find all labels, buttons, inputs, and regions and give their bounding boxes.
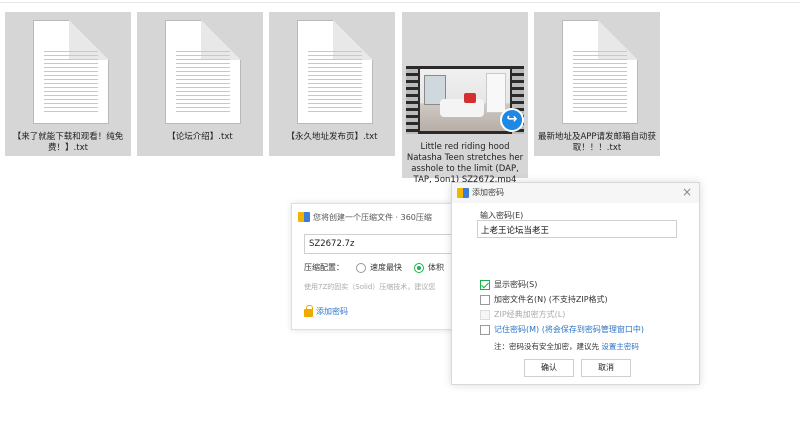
set-master-password-link[interactable]: 设置主密码 <box>601 342 639 351</box>
archive-filename-field[interactable]: SZ2672.7z <box>304 234 458 254</box>
file-item-txt-1[interactable]: 【来了就能下载和观看！纯免费！】.txt <box>5 12 131 156</box>
file-item-video[interactable]: ↪ Little red riding hood Natasha Teen st… <box>402 12 528 185</box>
film-strip-left <box>406 66 418 134</box>
archive-icon <box>457 187 469 198</box>
video-frame <box>420 69 510 131</box>
security-note: 注：密码没有安全加密，建议先 设置主密码 <box>494 341 639 352</box>
show-password-label: 显示密码(S) <box>494 280 538 289</box>
zip-classic-label: ZIP经典加密方式(L) <box>494 310 566 319</box>
file-item-txt-2[interactable]: 【论坛介绍】.txt <box>137 12 263 156</box>
radio-fast-label: 速度最快 <box>370 263 402 272</box>
share-arrow-icon: ↪ <box>500 108 524 132</box>
add-password-link[interactable]: 添加密码 <box>304 304 348 317</box>
lock-icon <box>304 304 313 317</box>
security-note-text: 注：密码没有安全加密，建议先 <box>494 342 602 351</box>
radio-small[interactable] <box>414 262 424 273</box>
text-file-icon <box>33 20 109 124</box>
close-icon[interactable]: × <box>682 185 692 199</box>
file-name: 【永久地址发布页】.txt <box>286 132 378 142</box>
file-item-txt-3[interactable]: 【永久地址发布页】.txt <box>269 12 395 156</box>
add-password-label: 添加密码 <box>316 307 348 316</box>
text-file-icon <box>165 20 241 124</box>
radio-small-label: 体积 <box>428 263 444 272</box>
radio-fast[interactable] <box>356 262 366 273</box>
encrypt-filename-option[interactable]: 加密文件名(N) (不支持ZIP格式) <box>480 294 608 305</box>
encrypt-filename-label: 加密文件名(N) (不支持ZIP格式) <box>494 295 608 304</box>
remember-password-checkbox[interactable] <box>480 324 490 335</box>
compress-dialog-title: 您将创建一个压缩文件 · 360压缩 <box>298 210 432 224</box>
password-dialog: 添加密码 × 输入密码(E) 上老王论坛当老王 显示密码(S) 加密文件名(N)… <box>451 182 700 385</box>
remember-password-hint: (将会保存到密码管理窗口中) <box>539 325 644 334</box>
file-name: Little red riding hood Natasha Teen stre… <box>406 142 524 185</box>
compress-description: 使用7Z的固实（Solid）压缩技术，建议您 <box>304 283 436 291</box>
password-dialog-titlebar: 添加密码 × <box>452 183 699 203</box>
config-label: 压缩配置： <box>304 263 344 272</box>
confirm-button[interactable]: 确认 <box>524 359 574 377</box>
password-input[interactable]: 上老王论坛当老王 <box>477 220 677 238</box>
zip-classic-option: ZIP经典加密方式(L) <box>480 309 565 320</box>
remember-password-text: 记住密码(M) <box>494 325 540 334</box>
show-password-option[interactable]: 显示密码(S) <box>480 279 537 290</box>
file-grid: 【来了就能下载和观看！纯免费！】.txt 【论坛介绍】.txt 【永久地址发布页… <box>0 0 800 185</box>
file-name: 【来了就能下载和观看！纯免费！】.txt <box>12 132 124 153</box>
remember-password-label: 记住密码(M) (将会保存到密码管理窗口中) <box>494 324 644 335</box>
remember-password-option[interactable]: 记住密码(M) (将会保存到密码管理窗口中) <box>480 324 644 335</box>
file-name: 【论坛介绍】.txt <box>167 132 233 142</box>
encrypt-filename-checkbox[interactable] <box>480 294 490 305</box>
password-dialog-title: 添加密码 <box>457 187 504 198</box>
compress-dialog: 您将创建一个压缩文件 · 360压缩 SZ2672.7z 压缩配置： 速度最快 … <box>291 203 458 330</box>
compress-dialog-title-text: 您将创建一个压缩文件 · 360压缩 <box>313 212 432 222</box>
text-file-icon <box>562 20 638 124</box>
file-item-txt-4[interactable]: 最新地址及APP请发邮箱自动获取！！！.txt <box>534 12 660 156</box>
show-password-checkbox[interactable] <box>480 279 490 290</box>
archive-icon <box>298 212 310 222</box>
zip-classic-checkbox <box>480 309 490 320</box>
cancel-button[interactable]: 取消 <box>581 359 631 377</box>
file-name: 最新地址及APP请发邮箱自动获取！！！.txt <box>537 132 657 153</box>
password-dialog-title-text: 添加密码 <box>472 188 504 197</box>
compress-config: 压缩配置： 速度最快 体积 <box>304 262 444 273</box>
text-file-icon <box>297 20 373 124</box>
